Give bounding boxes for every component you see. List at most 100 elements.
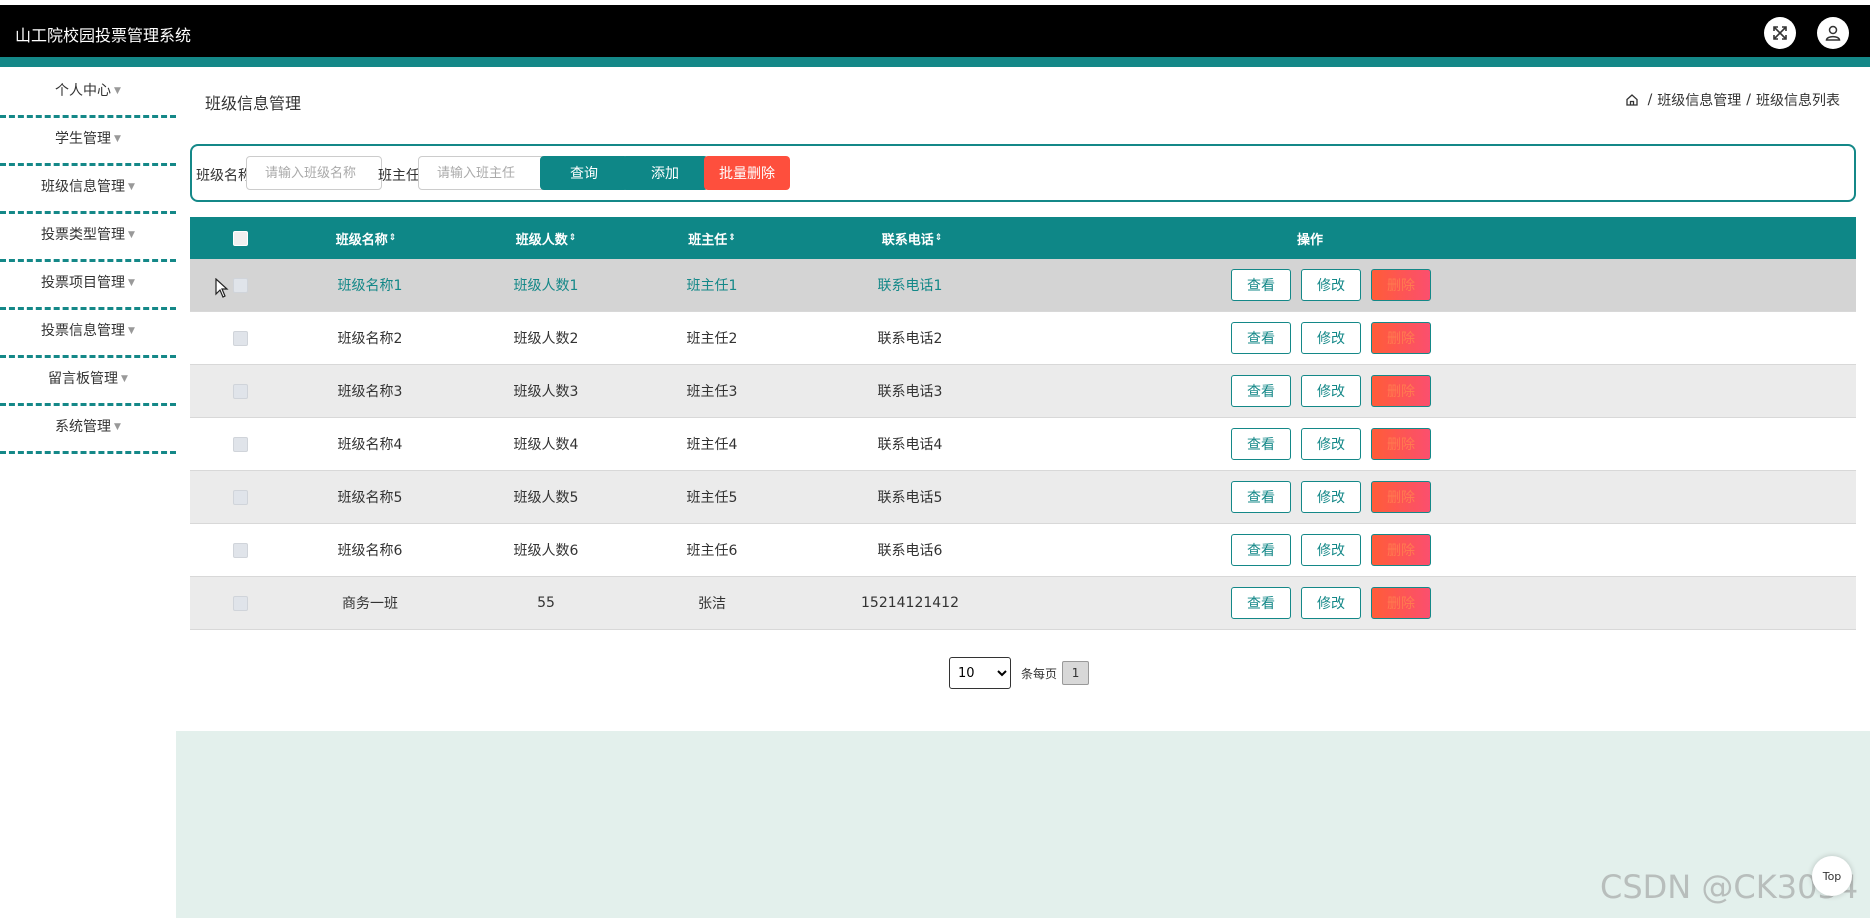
home-icon[interactable] [1625, 93, 1639, 107]
edit-button[interactable]: 修改 [1301, 481, 1361, 513]
sidebar-item-system[interactable]: 系统管理 ▼ [0, 406, 176, 454]
page-number-button[interactable]: 1 [1062, 661, 1090, 685]
row-checkbox[interactable] [232, 542, 248, 558]
cell-phone: 联系电话1 [877, 278, 943, 294]
delete-button[interactable]: 删除 [1371, 428, 1431, 460]
select-all-checkbox[interactable] [232, 230, 248, 246]
cell-phone: 联系电话3 [877, 384, 943, 400]
row-checkbox[interactable] [232, 330, 248, 346]
class-table: 班级名称 ⇕ 班级人数 ⇕ 班主任 ⇕ 联系电话 ⇕ 操作 班级名称1 班级人数1 班主… [190, 217, 1856, 630]
search-panel: 班级名称 班主任 查询 添加 批量删除 [190, 144, 1856, 202]
sidebar-item-label: 学生管理 [55, 131, 112, 147]
caret-down-icon: ▼ [128, 182, 135, 192]
table-row[interactable]: 商务一班 55 张洁 15214121412 查看 修改 删除 [190, 577, 1856, 630]
cell-teacher: 张洁 [698, 596, 726, 612]
caret-down-icon: ▼ [114, 86, 121, 96]
edit-button[interactable]: 修改 [1301, 322, 1361, 354]
view-button[interactable]: 查看 [1231, 534, 1291, 566]
cell-class-count: 班级人数4 [513, 437, 579, 453]
delete-button[interactable]: 删除 [1371, 375, 1431, 407]
sidebar-item-students[interactable]: 学生管理 ▼ [0, 118, 176, 166]
column-header-label: 班级人数 [515, 232, 568, 248]
sidebar-item-class-info[interactable]: 班级信息管理 ▼ [0, 166, 176, 214]
caret-down-icon: ▼ [121, 374, 128, 384]
table-row[interactable]: 班级名称2 班级人数2 班主任2 联系电话2 查看 修改 删除 [190, 312, 1856, 365]
edit-button[interactable]: 修改 [1301, 428, 1361, 460]
cell-class-count: 班级人数5 [513, 490, 579, 506]
breadcrumb-separator: / [1746, 92, 1751, 108]
back-to-top-button[interactable]: Top [1812, 856, 1852, 896]
delete-button[interactable]: 删除 [1371, 534, 1431, 566]
edit-button[interactable]: 修改 [1301, 587, 1361, 619]
table-row[interactable]: 班级名称1 班级人数1 班主任1 联系电话1 查看 修改 删除 [190, 259, 1856, 312]
caret-down-icon: ▼ [114, 422, 121, 432]
view-button[interactable]: 查看 [1231, 269, 1291, 301]
cell-class-name: 商务一班 [342, 596, 398, 612]
column-header-actions: 操作 [1296, 232, 1323, 248]
edit-button[interactable]: 修改 [1301, 534, 1361, 566]
view-button[interactable]: 查看 [1231, 322, 1291, 354]
caret-down-icon: ▼ [128, 230, 135, 240]
column-header-label: 班主任 [688, 232, 728, 248]
per-page-label: 条每页 [1021, 666, 1058, 681]
cell-teacher: 班主任5 [686, 490, 738, 506]
sidebar-item-message-board[interactable]: 留言板管理 ▼ [0, 358, 176, 406]
delete-button[interactable]: 删除 [1371, 269, 1431, 301]
app-title: 山工院校园投票管理系统 [15, 26, 192, 45]
edit-button[interactable]: 修改 [1301, 269, 1361, 301]
class-name-input[interactable] [246, 156, 382, 190]
row-checkbox[interactable] [232, 595, 248, 611]
row-checkbox[interactable] [232, 277, 248, 293]
caret-down-icon: ▼ [128, 278, 135, 288]
sidebar-item-vote-info[interactable]: 投票信息管理 ▼ [0, 310, 176, 358]
view-button[interactable]: 查看 [1231, 375, 1291, 407]
sidebar-item-vote-projects[interactable]: 投票项目管理 ▼ [0, 262, 176, 310]
column-header-class-count[interactable]: 班级人数 ⇕ [516, 217, 577, 259]
add-button[interactable]: 添加 [622, 156, 708, 190]
cell-teacher: 班主任1 [686, 278, 738, 294]
cell-teacher: 班主任3 [686, 384, 738, 400]
delete-button[interactable]: 删除 [1371, 322, 1431, 354]
column-header-label: 班级名称 [335, 232, 388, 248]
column-header-class-name[interactable]: 班级名称 ⇕ [336, 217, 397, 259]
class-name-label: 班级名称 [196, 168, 252, 184]
column-header-teacher[interactable]: 班主任 ⇕ [688, 217, 736, 259]
breadcrumb-item[interactable]: 班级信息管理 [1657, 90, 1741, 110]
sidebar-item-personal-center[interactable]: 个人中心 ▼ [0, 70, 176, 118]
sort-icon: ⇕ [934, 233, 943, 243]
cell-teacher: 班主任2 [686, 331, 738, 347]
row-checkbox[interactable] [232, 436, 248, 452]
sidebar-item-vote-types[interactable]: 投票类型管理 ▼ [0, 214, 176, 262]
cell-class-count: 班级人数2 [513, 331, 579, 347]
table-row[interactable]: 班级名称3 班级人数3 班主任3 联系电话3 查看 修改 删除 [190, 365, 1856, 418]
cell-phone: 联系电话2 [877, 331, 943, 347]
user-icon[interactable] [1817, 17, 1849, 49]
top-bar [0, 5, 1870, 57]
table-row[interactable]: 班级名称5 班级人数5 班主任5 联系电话5 查看 修改 删除 [190, 471, 1856, 524]
cell-class-name: 班级名称3 [337, 384, 403, 400]
sort-icon: ⇕ [728, 233, 736, 243]
fullscreen-icon[interactable] [1764, 17, 1796, 49]
row-checkbox[interactable] [232, 383, 248, 399]
row-checkbox[interactable] [232, 489, 248, 505]
pagination: 10 条每页 1 [949, 657, 1090, 689]
table-row[interactable]: 班级名称4 班级人数4 班主任4 联系电话4 查看 修改 删除 [190, 418, 1856, 471]
view-button[interactable]: 查看 [1231, 587, 1291, 619]
breadcrumb-separator: / [1647, 92, 1653, 108]
cell-class-name: 班级名称6 [337, 543, 403, 559]
edit-button[interactable]: 修改 [1301, 375, 1361, 407]
page-title: 班级信息管理 [205, 94, 302, 113]
table-row[interactable]: 班级名称6 班级人数6 班主任6 联系电话6 查看 修改 删除 [190, 524, 1856, 577]
page-size-select[interactable]: 10 [949, 657, 1011, 689]
view-button[interactable]: 查看 [1231, 428, 1291, 460]
delete-button[interactable]: 删除 [1371, 481, 1431, 513]
caret-down-icon: ▼ [128, 326, 135, 336]
cell-teacher: 班主任6 [686, 543, 738, 559]
column-header-phone[interactable]: 联系电话 ⇕ [882, 217, 943, 259]
query-button[interactable]: 查询 [540, 156, 628, 190]
delete-button[interactable]: 删除 [1371, 587, 1431, 619]
batch-delete-button[interactable]: 批量删除 [704, 156, 790, 190]
view-button[interactable]: 查看 [1231, 481, 1291, 513]
cell-teacher: 班主任4 [686, 437, 738, 453]
teacher-input[interactable] [418, 156, 554, 190]
